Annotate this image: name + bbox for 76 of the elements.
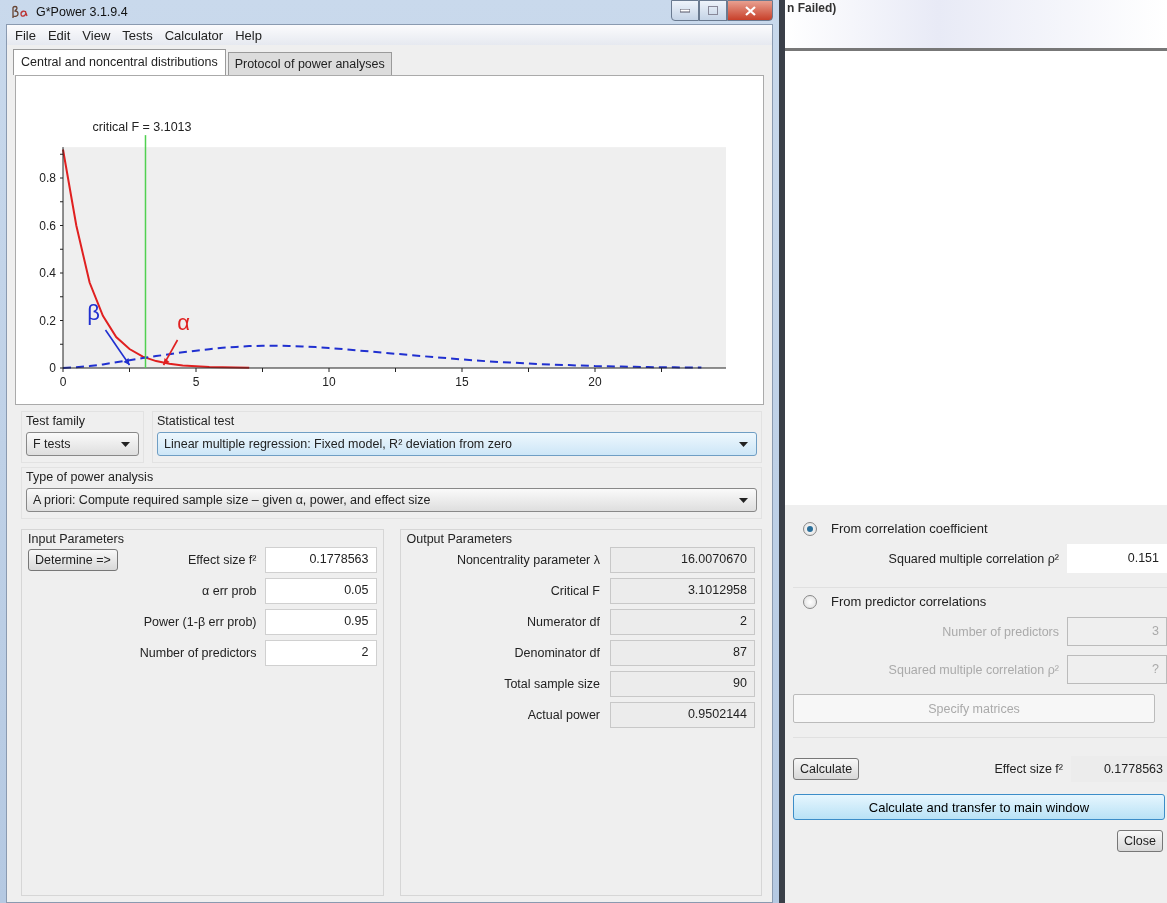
minimize-icon xyxy=(680,8,690,13)
caret-icon xyxy=(739,441,748,447)
output-field: 3.1012958 xyxy=(610,578,755,604)
y-tick-label: 0.4 xyxy=(39,266,56,280)
group-label: Test family xyxy=(26,414,87,428)
error-symbol: α xyxy=(177,310,190,335)
radio-button[interactable] xyxy=(803,594,817,609)
output-field: 87 xyxy=(610,640,755,666)
pointer-arrow xyxy=(104,329,131,366)
menu-item[interactable]: Tests xyxy=(116,27,159,43)
field-label: Denominator df xyxy=(513,646,600,660)
calculate-button[interactable]: Calculate xyxy=(793,758,860,780)
close-icon xyxy=(744,5,756,16)
field-label: Noncentrality parameter λ xyxy=(455,553,600,567)
critical-value-label: critical F = 3.1013 xyxy=(92,120,192,135)
field-label: Number of predictors xyxy=(138,646,257,660)
menu-item[interactable]: Calculator xyxy=(158,27,230,43)
x-tick-label: 0 xyxy=(59,375,67,389)
background-window-title: n Failed) xyxy=(787,1,837,15)
tab[interactable]: Protocol of power analyses xyxy=(227,52,392,75)
y-tick-label: 0 xyxy=(49,361,56,375)
radio-button[interactable] xyxy=(803,521,817,536)
x-tick-label: 10 xyxy=(322,375,336,389)
input-field[interactable]: 0.05 xyxy=(264,578,377,604)
statistical-test-dropdown[interactable]: Linear multiple regression: Fixed model, R² deviation from zero xyxy=(157,432,757,456)
field-label: Squared multiple correlation ρ² xyxy=(887,662,1059,677)
close-dialog-button[interactable]: Close xyxy=(1117,830,1163,852)
option-label: From correlation coefficient xyxy=(831,521,988,536)
menu-item[interactable]: Edit xyxy=(41,27,77,43)
field-label: Total sample size xyxy=(503,677,600,691)
input-field[interactable]: 0.95 xyxy=(264,609,377,635)
field-label: Numerator df xyxy=(526,615,600,629)
output-field: 2 xyxy=(610,609,755,635)
group-label: Statistical test xyxy=(157,414,236,428)
output-field: 16.0070670 xyxy=(610,547,755,573)
output-field: 90 xyxy=(610,671,755,697)
y-tick-label: 0.6 xyxy=(39,218,56,233)
error-symbol: β xyxy=(87,300,100,325)
caret-icon xyxy=(739,497,748,503)
y-tick-label: 0.2 xyxy=(39,313,56,328)
analysis-type-dropdown[interactable]: A priori: Compute required sample size – given α, power, and effect size xyxy=(26,488,757,512)
caret-icon xyxy=(121,441,130,447)
field-label: Power (1-β err prob) xyxy=(142,615,257,629)
field-label: Effect size f² xyxy=(186,553,257,567)
field-label: Effect size f² xyxy=(994,762,1063,776)
close-button[interactable] xyxy=(727,0,773,21)
x-tick-label: 20 xyxy=(588,375,602,389)
x-tick-label: 15 xyxy=(455,375,469,389)
field-label: Squared multiple correlation ρ² xyxy=(887,551,1059,566)
input-field[interactable]: 0.1778563 xyxy=(264,547,377,573)
field-label: Number of predictors xyxy=(941,624,1059,639)
menu-item[interactable]: File xyxy=(9,27,42,43)
maximize-button[interactable] xyxy=(699,0,727,21)
transfer-button[interactable]: Calculate and transfer to main window xyxy=(793,794,1165,820)
output-field: 0.9502144 xyxy=(610,702,755,728)
maximize-icon xyxy=(708,6,718,15)
menu-item[interactable]: View xyxy=(76,27,117,43)
group-label: Type of power analysis xyxy=(26,470,155,484)
field-label: Critical F xyxy=(549,584,600,598)
pointer-arrow xyxy=(162,339,179,366)
minimize-button[interactable] xyxy=(671,0,699,21)
input-field[interactable]: 0.151 xyxy=(1067,544,1167,573)
tab[interactable]: Central and noncentral distributions xyxy=(13,49,226,75)
x-tick-label: 5 xyxy=(192,375,200,389)
determine-button[interactable]: Determine => xyxy=(28,549,118,571)
y-tick-label: 0.8 xyxy=(39,171,56,185)
menu-item[interactable]: Help xyxy=(229,27,268,43)
input-field[interactable]: 2 xyxy=(264,640,377,666)
window-title: G*Power 3.1.9.4 xyxy=(36,5,128,19)
option-label: From predictor correlations xyxy=(831,594,987,609)
app-logo-icon xyxy=(10,5,30,19)
test-family-dropdown[interactable]: F tests xyxy=(26,432,139,456)
panel-title: Output Parameters xyxy=(406,532,514,546)
field-label: α err prob xyxy=(201,584,257,598)
field-label: Actual power xyxy=(526,708,600,722)
panel-title: Input Parameters xyxy=(28,532,125,546)
